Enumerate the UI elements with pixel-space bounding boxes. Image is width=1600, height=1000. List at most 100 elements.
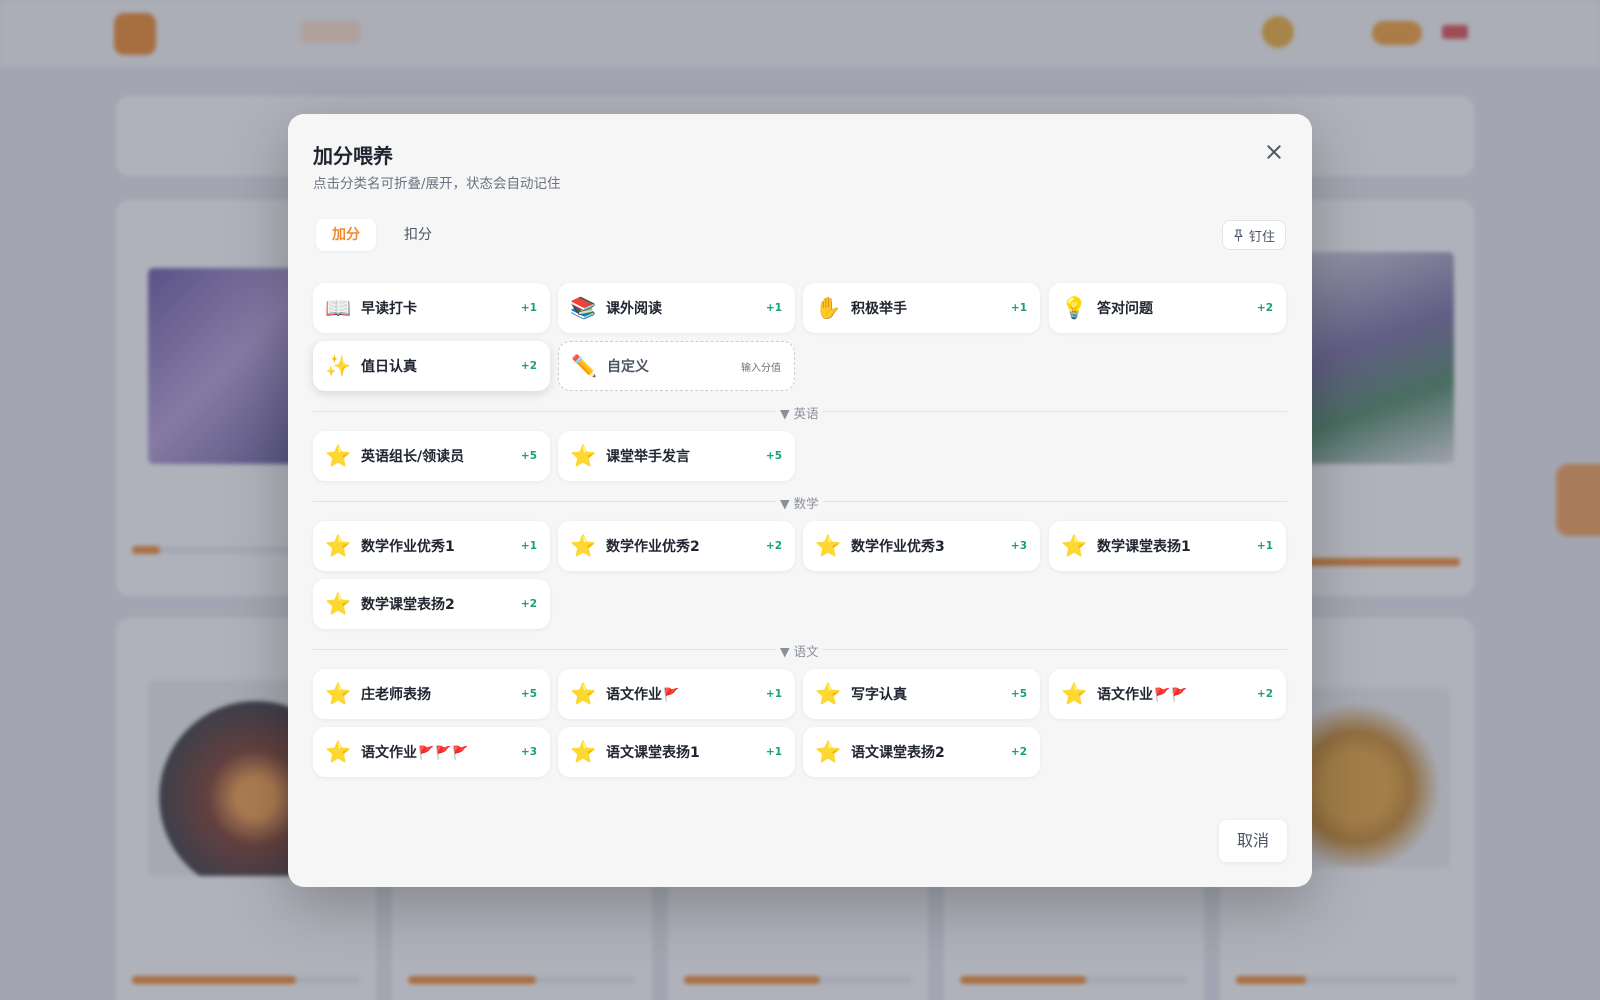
score-item-points: +1	[1256, 540, 1273, 552]
add-points-dialog: 加分喂养 点击分类名可折叠/展开，状态会自动记住 加分 扣分 钉住 📖 早读打卡…	[288, 114, 1312, 887]
category-toggle-math[interactable]: ▼ 数学	[776, 493, 823, 512]
category-name: 英语	[793, 406, 819, 421]
custom-score-hint: 输入分值	[741, 362, 781, 374]
category-toggle-chinese[interactable]: ▼ 语文	[776, 641, 823, 660]
score-item-button[interactable]: ⭐ 语文作业🚩🚩 +2	[1049, 669, 1286, 719]
score-item-points: +1	[520, 540, 537, 552]
star-icon: ⭐	[325, 444, 352, 468]
score-item-label: 课堂举手发言	[606, 449, 690, 465]
score-item-label: 积极举手	[851, 301, 907, 317]
score-item-label: 语文作业🚩🚩	[1097, 687, 1189, 703]
score-item-points: +2	[1010, 746, 1027, 758]
score-item-button[interactable]: 📖 早读打卡 +1	[313, 283, 550, 333]
red-flag-icon: 🚩	[663, 688, 681, 703]
score-item-label: 数学作业优秀2	[606, 539, 700, 555]
star-icon: ⭐	[325, 592, 352, 616]
light-bulb-icon: 💡	[1061, 296, 1088, 320]
score-item-button[interactable]: ⭐ 庄老师表扬 +5	[313, 669, 550, 719]
score-item-points: +5	[765, 450, 782, 462]
star-icon: ⭐	[325, 740, 352, 764]
collapse-arrow-icon: ▼	[780, 406, 790, 421]
score-item-label: 英语组长/领读员	[361, 449, 465, 465]
red-flag-icon: 🚩🚩🚩	[418, 746, 470, 761]
score-item-points: +1	[765, 302, 782, 314]
star-icon: ⭐	[570, 740, 597, 764]
score-item-button[interactable]: ⭐ 数学作业优秀3 +3	[803, 521, 1040, 571]
score-item-button[interactable]: ⭐ 数学课堂表扬1 +1	[1049, 521, 1286, 571]
score-item-label: 值日认真	[361, 359, 417, 375]
score-item-points: +3	[1010, 540, 1027, 552]
dialog-subtitle: 点击分类名可折叠/展开，状态会自动记住	[313, 176, 561, 192]
score-item-label: 早读打卡	[361, 301, 417, 317]
pin-button[interactable]: 钉住	[1221, 220, 1286, 250]
score-item-points: +5	[1010, 688, 1027, 700]
star-icon: ⭐	[1061, 682, 1088, 706]
collapse-arrow-icon: ▼	[780, 496, 790, 511]
score-item-button[interactable]: ⭐ 语文课堂表扬2 +2	[803, 727, 1040, 777]
score-item-button[interactable]: ⭐ 课堂举手发言 +5	[558, 431, 795, 481]
score-item-button[interactable]: ✨ 值日认真 +2	[313, 341, 550, 391]
score-item-label: 课外阅读	[606, 301, 662, 317]
sparkles-icon: ✨	[325, 354, 352, 378]
open-book-icon: 📖	[325, 296, 352, 320]
score-item-points: +1	[765, 746, 782, 758]
score-item-label: 语文作业🚩🚩🚩	[361, 745, 470, 761]
custom-score-label: 自定义	[607, 359, 649, 375]
star-icon: ⭐	[325, 534, 352, 558]
star-icon: ⭐	[815, 740, 842, 764]
score-item-label: 庄老师表扬	[361, 687, 431, 703]
score-item-button[interactable]: ⭐ 数学作业优秀1 +1	[313, 521, 550, 571]
score-item-label: 数学课堂表扬2	[361, 597, 455, 613]
score-item-points: +2	[1256, 302, 1273, 314]
score-item-button[interactable]: 💡 答对问题 +2	[1049, 283, 1286, 333]
dialog-title: 加分喂养	[313, 144, 393, 168]
score-item-label: 语文课堂表扬2	[851, 745, 945, 761]
star-icon: ⭐	[570, 682, 597, 706]
pin-icon	[1233, 229, 1244, 242]
custom-score-button[interactable]: ✏️ 自定义 输入分值	[558, 341, 795, 391]
pin-label: 钉住	[1248, 229, 1275, 245]
score-item-button[interactable]: ⭐ 语文作业🚩🚩🚩 +3	[313, 727, 550, 777]
score-item-label: 答对问题	[1097, 301, 1153, 317]
star-icon: ⭐	[570, 534, 597, 558]
score-item-points: +1	[765, 688, 782, 700]
score-item-button[interactable]: ⭐ 语文课堂表扬1 +1	[558, 727, 795, 777]
tab-deduct-points[interactable]: 扣分	[388, 219, 448, 251]
score-item-label: 数学课堂表扬1	[1097, 539, 1191, 555]
close-icon[interactable]	[1262, 140, 1286, 164]
collapse-arrow-icon: ▼	[780, 644, 790, 659]
score-item-points: +2	[520, 598, 537, 610]
category-toggle-english[interactable]: ▼ 英语	[776, 403, 823, 422]
score-item-label: 数学作业优秀1	[361, 539, 455, 555]
category-name: 语文	[793, 644, 819, 659]
score-item-label: 数学作业优秀3	[851, 539, 945, 555]
raised-hand-icon: ✋	[815, 296, 842, 320]
score-item-button[interactable]: ⭐ 数学作业优秀2 +2	[558, 521, 795, 571]
category-name: 数学	[793, 496, 819, 511]
star-icon: ⭐	[570, 444, 597, 468]
score-item-button[interactable]: ⭐ 语文作业🚩 +1	[558, 669, 795, 719]
score-item-button[interactable]: ⭐ 英语组长/领读员 +5	[313, 431, 550, 481]
score-item-button[interactable]: ✋ 积极举手 +1	[803, 283, 1040, 333]
score-item-points: +3	[520, 746, 537, 758]
star-icon: ⭐	[815, 534, 842, 558]
score-item-button[interactable]: ⭐ 数学课堂表扬2 +2	[313, 579, 550, 629]
red-flag-icon: 🚩🚩	[1154, 688, 1189, 703]
score-item-points: +2	[765, 540, 782, 552]
score-item-label: 写字认真	[851, 687, 907, 703]
score-item-points: +2	[520, 360, 537, 372]
score-item-button[interactable]: 📚 课外阅读 +1	[558, 283, 795, 333]
cancel-button[interactable]: 取消	[1219, 820, 1287, 862]
score-item-label: 语文课堂表扬1	[606, 745, 700, 761]
star-icon: ⭐	[815, 682, 842, 706]
score-item-points: +5	[520, 688, 537, 700]
star-icon: ⭐	[1061, 534, 1088, 558]
pencil-icon: ✏️	[571, 354, 598, 378]
score-item-points: +2	[1256, 688, 1273, 700]
star-icon: ⭐	[325, 682, 352, 706]
tab-add-points[interactable]: 加分	[316, 219, 376, 251]
score-item-points: +1	[520, 302, 537, 314]
score-item-button[interactable]: ⭐ 写字认真 +5	[803, 669, 1040, 719]
score-item-points: +5	[520, 450, 537, 462]
books-icon: 📚	[570, 296, 597, 320]
